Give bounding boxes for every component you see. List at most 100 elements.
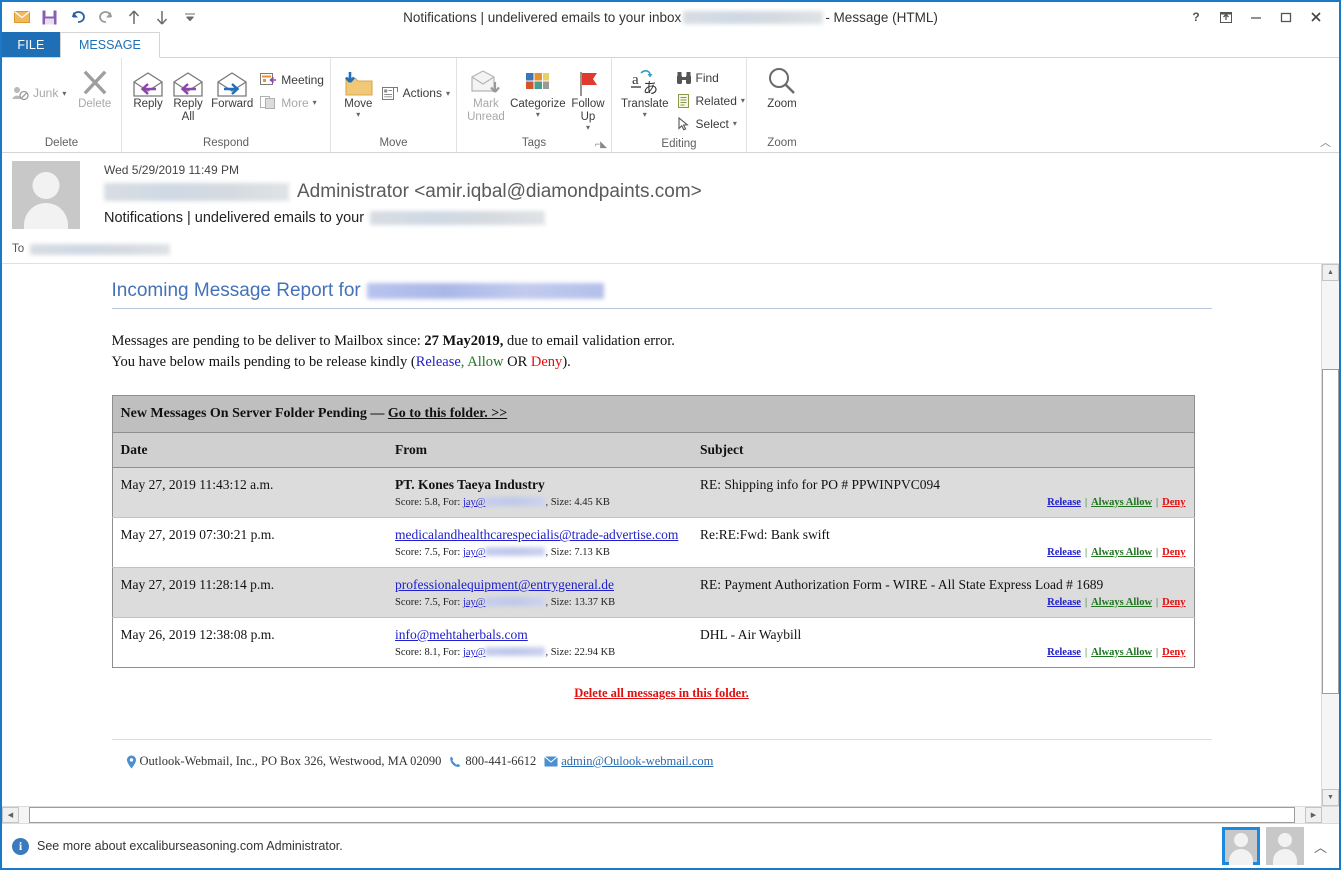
minimize-button[interactable] [1241, 4, 1271, 30]
junk-button[interactable]: Junk ▾ [8, 82, 70, 105]
ribbon-group-move-label: Move [333, 134, 454, 152]
expand-people-pane-icon[interactable]: ︿ [1310, 837, 1331, 856]
for-recipient-link[interactable]: jay@ [463, 597, 486, 608]
move-button[interactable]: Move ▾ [339, 62, 378, 122]
reply-all-button-label: Reply All [171, 98, 205, 124]
table-row: May 27, 2019 11:43:12 a.m. PT. Kones Tae… [112, 468, 1194, 496]
forward-icon [216, 64, 248, 98]
row-from[interactable]: professionalequipment@entrygeneral.de [395, 577, 614, 592]
redo-icon[interactable] [92, 5, 119, 29]
score-value: 8.1 [424, 647, 437, 658]
undo-icon[interactable] [64, 5, 91, 29]
ribbon-group-respond: Reply Reply All Forward [122, 58, 331, 152]
deny-link[interactable]: Deny [1162, 547, 1185, 558]
related-button[interactable]: Related ▾ [672, 89, 749, 112]
scroll-left-arrow-icon[interactable]: ◀ [2, 807, 19, 823]
always-allow-link[interactable]: Always Allow [1091, 597, 1152, 608]
next-item-icon[interactable] [148, 5, 175, 29]
scroll-up-arrow-icon[interactable]: ▲ [1322, 264, 1339, 281]
tags-dialog-launcher-icon[interactable]: ⌐◣ [595, 139, 607, 150]
actions-button[interactable]: Actions ▾ [378, 82, 454, 105]
release-link[interactable]: Release [1047, 597, 1081, 608]
release-link[interactable]: Release [1047, 497, 1081, 508]
deny-link[interactable]: Deny [1162, 597, 1185, 608]
svg-text:あ: あ [643, 80, 658, 97]
ribbon-display-options-button[interactable] [1211, 4, 1241, 30]
deny-link[interactable]: Deny [1162, 497, 1185, 508]
find-button[interactable]: Find [672, 66, 749, 89]
follow-up-button[interactable]: Follow Up ▾ [567, 62, 609, 135]
select-button[interactable]: Select ▾ [672, 112, 749, 135]
for-label: For: [443, 597, 461, 608]
for-recipient-link[interactable]: jay@ [463, 497, 486, 508]
categorize-button[interactable]: Categorize ▾ [509, 62, 567, 122]
always-allow-link[interactable]: Always Allow [1091, 547, 1152, 558]
go-to-folder-link[interactable]: Go to this folder. >> [388, 406, 507, 421]
action-separator: | [1152, 597, 1162, 608]
vertical-scrollbar-thumb[interactable] [1322, 369, 1339, 694]
action-separator: | [1081, 647, 1091, 658]
row-actions: Release|Always Allow|Deny [692, 595, 1194, 618]
row-from[interactable]: info@mehtaherbals.com [395, 627, 528, 642]
ribbon-group-tags: Mark Unread Categorize ▾ Follow Up ▾ [457, 58, 612, 152]
location-pin-icon [126, 755, 137, 769]
horizontal-scrollbar[interactable]: ◀ ▶ [2, 806, 1339, 823]
more-button-label: More [281, 96, 308, 110]
mark-unread-button[interactable]: Mark Unread [463, 62, 509, 126]
row-from[interactable]: medicalandhealthcarespecialis@trade-adve… [395, 527, 678, 542]
translate-icon: aあ [629, 64, 661, 98]
scroll-down-arrow-icon[interactable]: ▼ [1322, 789, 1339, 806]
always-allow-link[interactable]: Always Allow [1091, 497, 1152, 508]
row-actions: Release|Always Allow|Deny [692, 545, 1194, 568]
horizontal-scrollbar-track[interactable] [19, 807, 1305, 823]
maximize-button[interactable] [1271, 4, 1301, 30]
for-recipient-link[interactable]: jay@ [463, 547, 486, 558]
forward-button[interactable]: Forward [208, 62, 256, 113]
reply-all-button[interactable]: Reply All [168, 62, 208, 126]
row-date: May 27, 2019 11:28:14 p.m. [112, 568, 387, 596]
ribbon-group-tags-label-text: Tags [522, 137, 546, 149]
message-sender: Administrator <amir.iqbal@diamondpaints.… [104, 181, 1339, 203]
delete-all-messages-link[interactable]: Delete all messages in this folder. [574, 686, 749, 700]
reply-button[interactable]: Reply [128, 62, 168, 113]
vertical-scrollbar-track[interactable] [1322, 281, 1339, 789]
column-header-from: From [387, 433, 692, 468]
delete-button[interactable]: Delete [70, 62, 119, 113]
save-icon[interactable] [36, 5, 63, 29]
column-header-date: Date [112, 433, 387, 468]
scroll-right-arrow-icon[interactable]: ▶ [1305, 807, 1322, 823]
zoom-button[interactable]: Zoom [756, 62, 808, 113]
tab-file[interactable]: FILE [2, 32, 60, 57]
people-avatar-selected[interactable] [1222, 827, 1260, 865]
message-header-details: Wed 5/29/2019 11:49 PM Administrator <am… [80, 161, 1339, 263]
size-value: 13.37 KB [574, 597, 615, 608]
pending-messages-table: New Messages On Server Folder Pending — … [112, 395, 1195, 668]
more-button[interactable]: More ▾ [256, 91, 328, 114]
outlook-message-window: Notifications | undelivered emails to yo… [0, 0, 1341, 870]
horizontal-scrollbar-thumb[interactable] [29, 807, 1295, 823]
meeting-button[interactable]: Meeting [256, 68, 328, 91]
translate-button[interactable]: aあ Translate ▾ [618, 62, 672, 122]
close-button[interactable] [1301, 4, 1331, 30]
message-date: Wed 5/29/2019 11:49 PM [104, 163, 1339, 177]
row-subject: RE: Shipping info for PO # PPWINPVC094 [692, 468, 1194, 496]
release-link[interactable]: Release [1047, 547, 1081, 558]
collapse-ribbon-icon[interactable]: ︿ [1320, 134, 1331, 150]
related-document-icon [676, 94, 692, 108]
intro-release-word: Release [416, 354, 461, 370]
footer-email-link[interactable]: admin@Oulook-webmail.com [561, 754, 713, 769]
ribbon-group-respond-label: Respond [124, 134, 328, 152]
for-recipient-redaction [485, 647, 545, 656]
mail-icon[interactable] [8, 5, 35, 29]
tab-message[interactable]: MESSAGE [60, 32, 160, 58]
people-avatar[interactable] [1266, 827, 1304, 865]
help-button[interactable]: ? [1181, 4, 1211, 30]
deny-link[interactable]: Deny [1162, 647, 1185, 658]
size-value: 22.94 KB [574, 647, 615, 658]
vertical-scrollbar[interactable]: ▲ ▼ [1321, 264, 1339, 806]
customize-qat-icon[interactable] [176, 5, 203, 29]
previous-item-icon[interactable] [120, 5, 147, 29]
always-allow-link[interactable]: Always Allow [1091, 647, 1152, 658]
for-recipient-link[interactable]: jay@ [463, 647, 486, 658]
release-link[interactable]: Release [1047, 647, 1081, 658]
